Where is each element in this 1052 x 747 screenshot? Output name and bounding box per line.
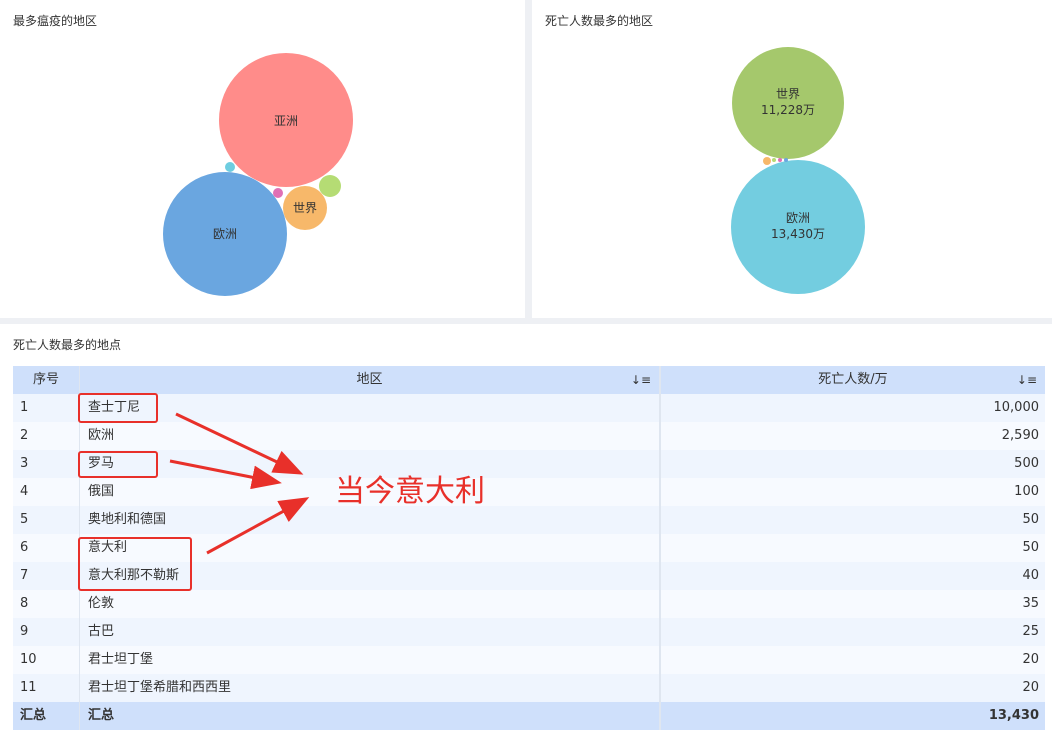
row-deaths: 2,590 [659,422,1045,450]
row-index: 2 [20,428,29,443]
row-deaths: 20 [659,674,1045,702]
bubble-world-value: 11,228万 [761,103,815,117]
row-index: 7 [20,568,29,583]
row-region: 君士坦丁堡希腊和西西里 [79,674,659,702]
sort-icon[interactable]: ↓≡ [1017,366,1037,394]
bubble-europe-value: 13,430万 [771,227,825,241]
table-row[interactable]: 11 君士坦丁堡希腊和西西里 20 [13,674,1045,702]
table-row[interactable]: 4 俄国 100 [13,478,1045,506]
highlight-box-italy [78,537,192,591]
table-row[interactable]: 5 奥地利和德国 50 [13,506,1045,534]
header-deaths[interactable]: 死亡人数/万 ↓≡ [659,366,1045,394]
table-row[interactable]: 8 伦敦 35 [13,590,1045,618]
row-region: 奥地利和德国 [79,506,659,534]
row-deaths: 25 [659,618,1045,646]
bubble-world-label: 世界 [293,201,317,215]
row-deaths: 20 [659,646,1045,674]
total-index: 汇总 [20,708,47,723]
row-deaths: 35 [659,590,1045,618]
deaths-regions-panel: 死亡人数最多的地区 世界 11,228万 欧洲 13,430万 [532,0,1052,318]
row-index: 4 [20,484,29,499]
table-row[interactable]: 3 罗马 500 [13,450,1045,478]
panel-title: 死亡人数最多的地点 [13,338,122,352]
bubble-europe-label: 欧洲 [213,227,237,241]
plague-regions-panel: 最多瘟疫的地区 亚洲 欧洲 世界 [0,0,525,318]
bubble-tiny-2[interactable] [778,158,782,162]
row-region: 查士丁尼 [79,394,659,422]
total-region: 汇总 [79,702,659,730]
table-row[interactable]: 10 君士坦丁堡 20 [13,646,1045,674]
bubble-small-cyan[interactable] [225,162,235,172]
highlight-box-rome [78,451,158,478]
row-index: 3 [20,456,29,471]
row-index: 9 [20,624,29,639]
row-index: 1 [20,400,29,415]
bubble-small-pink[interactable] [273,188,283,198]
row-region: 君士坦丁堡 [79,646,659,674]
row-region: 欧洲 [79,422,659,450]
deaths-locations-panel: 死亡人数最多的地点 序号 地区 ↓≡ 死亡人数/万 ↓≡ 1 查士丁尼 10,0… [0,324,1052,747]
header-index[interactable]: 序号 [13,366,79,394]
header-region[interactable]: 地区 ↓≡ [79,366,659,394]
row-deaths: 500 [659,450,1045,478]
row-index: 11 [20,680,37,695]
table-row[interactable]: 1 查士丁尼 10,000 [13,394,1045,422]
bubble-tiny-1[interactable] [772,158,776,162]
highlight-box-justinian [78,393,158,423]
table-header-row: 序号 地区 ↓≡ 死亡人数/万 ↓≡ [13,366,1045,394]
row-deaths: 50 [659,534,1045,562]
row-index: 6 [20,540,29,555]
bubble-world-label: 世界 [776,87,800,101]
row-index: 8 [20,596,29,611]
row-deaths: 10,000 [659,394,1045,422]
plague-bubble-chart: 亚洲 欧洲 世界 [163,53,353,296]
table-total-row: 汇总 汇总 13,430 [13,702,1045,730]
annotation-label: 当今意大利 [335,474,485,509]
row-region: 古巴 [79,618,659,646]
bubble-europe-label: 欧洲 [786,211,810,225]
deaths-bubble-chart: 世界 11,228万 欧洲 13,430万 [731,47,865,294]
bubble-asia-label: 亚洲 [274,114,298,128]
row-deaths: 40 [659,562,1045,590]
row-deaths: 50 [659,506,1045,534]
table-row[interactable]: 9 古巴 25 [13,618,1045,646]
header-deaths-label: 死亡人数/万 [818,372,888,387]
header-region-label: 地区 [356,372,383,387]
bubble-tiny-orange[interactable] [763,157,771,165]
row-index: 10 [20,652,37,667]
sort-icon[interactable]: ↓≡ [631,366,651,394]
row-region: 伦敦 [79,590,659,618]
bubble-tiny-3[interactable] [784,158,788,162]
row-index: 5 [20,512,29,527]
total-deaths: 13,430 [659,702,1045,730]
row-deaths: 100 [659,478,1045,506]
bubble-small-green[interactable] [319,175,341,197]
table-row[interactable]: 2 欧洲 2,590 [13,422,1045,450]
